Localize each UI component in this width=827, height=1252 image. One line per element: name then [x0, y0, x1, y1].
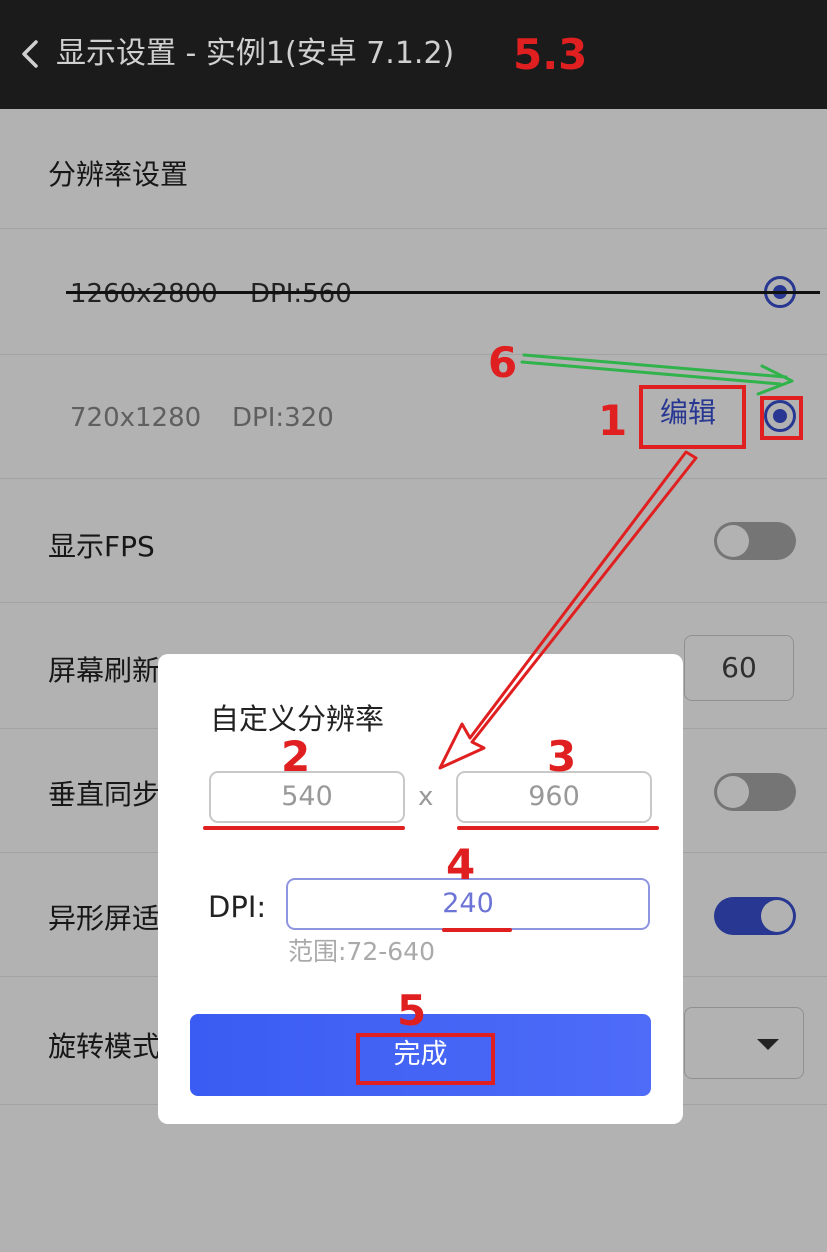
chevron-left-icon[interactable]: [18, 36, 42, 72]
dialog-title: 自定义分辨率: [210, 702, 385, 736]
size-separator: x: [418, 782, 434, 812]
height-input[interactable]: 960: [456, 771, 652, 823]
dpi-label: DPI:: [208, 890, 267, 924]
custom-resolution-dialog: 自定义分辨率 540 x 960 DPI: 240 范围:72-640 完成: [158, 654, 683, 1124]
dpi-range-hint: 范围:72-640: [288, 937, 435, 966]
width-input[interactable]: 540: [209, 771, 405, 823]
done-button[interactable]: 完成: [190, 1014, 651, 1096]
page-title: 显示设置 - 实例1(安卓 7.1.2): [56, 36, 455, 71]
version-annotation: 5.3: [513, 30, 588, 79]
title-bar: 显示设置 - 实例1(安卓 7.1.2) 5.3: [0, 0, 827, 109]
dpi-input[interactable]: 240: [286, 878, 650, 930]
